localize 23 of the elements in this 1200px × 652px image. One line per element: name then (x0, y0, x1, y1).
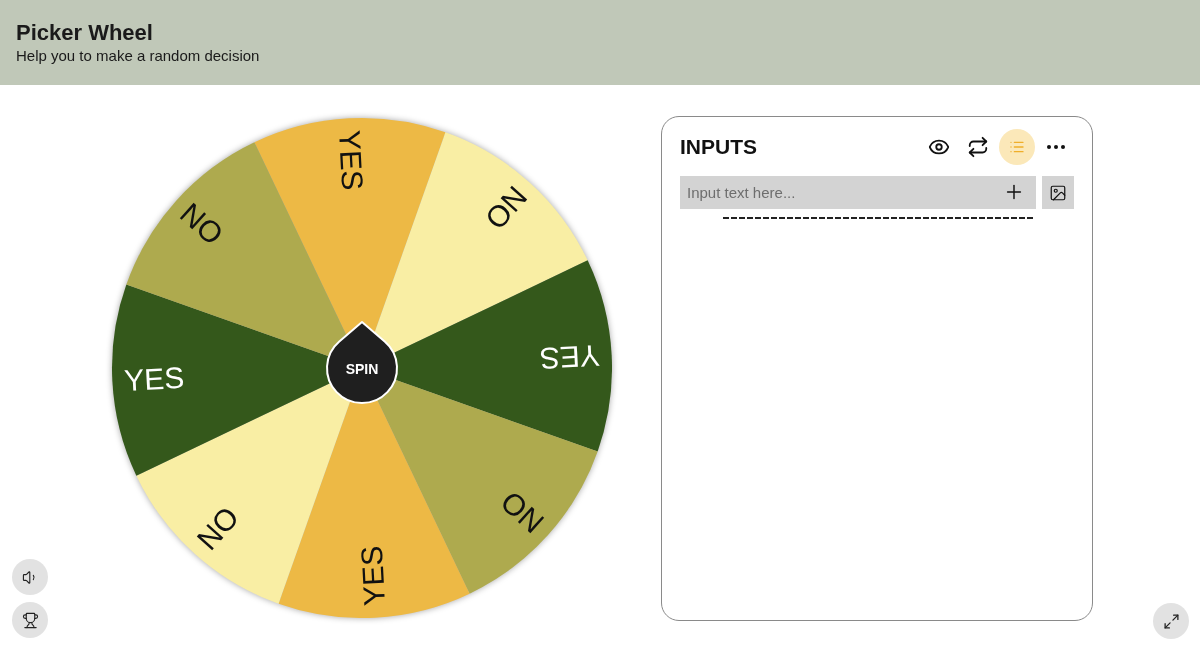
fullscreen-button[interactable] (1153, 603, 1189, 639)
slice-label: YES (333, 129, 370, 192)
slice-label: NO (494, 484, 550, 540)
slice-label: YES (538, 339, 601, 376)
expand-arrows-icon (1162, 612, 1180, 630)
app-subtitle: Help you to make a random decision (16, 46, 260, 66)
repeat-icon (967, 136, 989, 158)
more-icon (1047, 145, 1065, 149)
spin-button[interactable]: SPIN (326, 321, 398, 405)
image-icon (1049, 183, 1068, 202)
trophy-button[interactable] (12, 602, 48, 638)
slice-label: NO (190, 500, 246, 556)
sound-button[interactable] (12, 559, 48, 595)
input-field[interactable]: Input text here... (680, 176, 1037, 209)
image-button[interactable] (1042, 176, 1074, 209)
list-icon (1009, 139, 1025, 155)
panel-title: INPUTS (680, 134, 758, 161)
slice-label: NO (478, 180, 534, 236)
trophy-icon (21, 611, 39, 629)
slice-label: YES (123, 360, 186, 397)
slice-label: NO (174, 196, 230, 252)
slice-label: YES (354, 544, 391, 607)
app-title: Picker Wheel (16, 20, 153, 46)
